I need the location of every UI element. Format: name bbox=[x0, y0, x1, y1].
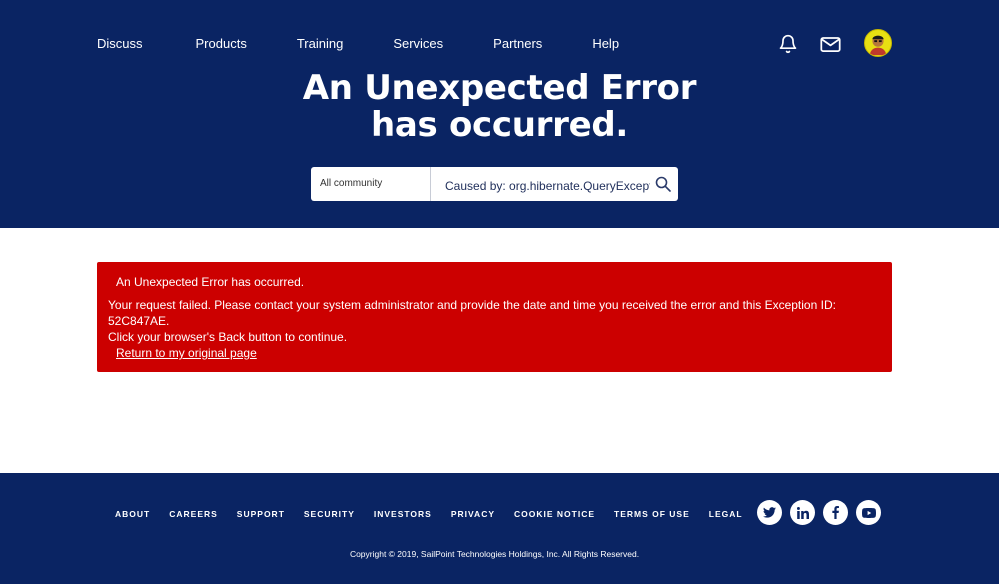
linkedin-icon[interactable] bbox=[790, 500, 815, 525]
nav-help[interactable]: Help bbox=[592, 36, 619, 51]
error-instruction: Click your browser's Back button to cont… bbox=[108, 330, 348, 344]
title-line-1: An Unexpected Error bbox=[302, 68, 697, 108]
return-link[interactable]: Return to my original page bbox=[116, 345, 257, 361]
search-scope-select[interactable]: All community bbox=[311, 167, 431, 201]
footer-link-about[interactable]: ABOUT bbox=[115, 509, 150, 519]
footer-link-legal[interactable]: LEGAL bbox=[709, 509, 743, 519]
nav-partners[interactable]: Partners bbox=[493, 36, 542, 51]
footer-link-support[interactable]: SUPPORT bbox=[237, 509, 285, 519]
footer-link-security[interactable]: SECURITY bbox=[304, 509, 355, 519]
main-nav: Discuss Products Training Services Partn… bbox=[97, 36, 619, 51]
nav-discuss[interactable]: Discuss bbox=[97, 36, 143, 51]
avatar[interactable] bbox=[864, 29, 892, 57]
nav-training[interactable]: Training bbox=[297, 36, 343, 51]
footer-link-terms[interactable]: TERMS OF USE bbox=[614, 509, 690, 519]
footer-links: ABOUT CAREERS SUPPORT SECURITY INVESTORS… bbox=[115, 509, 762, 519]
mail-icon[interactable] bbox=[819, 33, 841, 55]
nav-products[interactable]: Products bbox=[196, 36, 247, 51]
error-title: An Unexpected Error has occurred. bbox=[116, 275, 305, 289]
page-title: An Unexpected Error has occurred. bbox=[0, 70, 999, 144]
nav-services[interactable]: Services bbox=[393, 36, 443, 51]
youtube-icon[interactable] bbox=[856, 500, 881, 525]
title-line-2: has occurred. bbox=[370, 105, 629, 145]
exception-id: 52C847AE. bbox=[108, 314, 170, 328]
footer-link-investors[interactable]: INVESTORS bbox=[374, 509, 432, 519]
copyright: Copyright © 2019, SailPoint Technologies… bbox=[349, 549, 640, 559]
twitter-icon[interactable] bbox=[757, 500, 782, 525]
footer-link-careers[interactable]: CAREERS bbox=[169, 509, 218, 519]
site-header: Discuss Products Training Services Partn… bbox=[0, 0, 999, 228]
bell-icon[interactable] bbox=[777, 33, 799, 55]
site-footer: ABOUT CAREERS SUPPORT SECURITY INVESTORS… bbox=[0, 473, 999, 584]
search-input[interactable] bbox=[431, 167, 678, 201]
search-bar: All community bbox=[311, 167, 678, 201]
footer-link-cookie-notice[interactable]: COOKIE NOTICE bbox=[514, 509, 595, 519]
error-message-box: An Unexpected Error has occurred. Your r… bbox=[97, 262, 892, 372]
footer-link-privacy[interactable]: PRIVACY bbox=[451, 509, 495, 519]
error-details: Your request failed. Please contact your… bbox=[108, 297, 883, 361]
search-icon[interactable] bbox=[655, 176, 671, 192]
error-message: Your request failed. Please contact your… bbox=[108, 298, 836, 312]
facebook-icon[interactable] bbox=[823, 500, 848, 525]
